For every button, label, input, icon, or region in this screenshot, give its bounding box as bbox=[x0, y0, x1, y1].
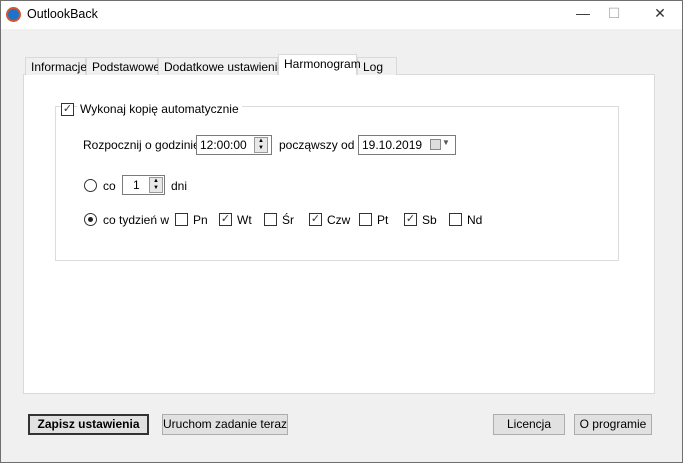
day-label: Czw bbox=[327, 213, 351, 227]
every-days-radio[interactable] bbox=[84, 179, 97, 192]
maximize-button[interactable]: ☐ bbox=[599, 5, 629, 25]
day-checkbox-czw[interactable]: ✓ bbox=[309, 213, 322, 226]
tab-harmonogram[interactable]: Harmonogram bbox=[278, 54, 361, 75]
days-label: dni bbox=[171, 179, 188, 193]
title-bar: OutlookBack — ☐ ✕ bbox=[1, 1, 682, 29]
weekly-radio[interactable] bbox=[84, 213, 97, 226]
day-checkbox-wt[interactable]: ✓ bbox=[219, 213, 232, 226]
day-label: Pt bbox=[377, 213, 389, 227]
day-label: Wt bbox=[237, 213, 252, 227]
tab-dodatkowe-ustawienia[interactable]: Dodatkowe ustawienia bbox=[158, 57, 284, 75]
auto-backup-label: Wykonaj kopię automatycznie bbox=[77, 102, 242, 116]
license-button[interactable]: Licencja bbox=[493, 414, 565, 435]
from-date-label: począwszy od bbox=[279, 138, 355, 152]
minimize-button[interactable]: — bbox=[568, 5, 598, 25]
days-spinner[interactable]: ▲ ▼ bbox=[149, 177, 163, 193]
about-button[interactable]: O programie bbox=[574, 414, 652, 435]
calendar-icon[interactable] bbox=[430, 139, 441, 150]
weekly-label: co tydzień w bbox=[103, 213, 170, 227]
app-icon bbox=[6, 7, 21, 22]
auto-backup-checkbox[interactable]: ✓ bbox=[61, 103, 74, 116]
tab-log[interactable]: Log bbox=[357, 57, 397, 75]
window-title: OutlookBack bbox=[27, 7, 98, 21]
day-checkbox-pt[interactable] bbox=[359, 213, 372, 226]
day-checkbox-śr[interactable] bbox=[264, 213, 277, 226]
time-spinner[interactable]: ▲ ▼ bbox=[254, 137, 268, 153]
start-date-value: 19.10.2019 bbox=[362, 138, 423, 152]
day-label: Śr bbox=[282, 213, 294, 227]
every-days-value: 1 bbox=[133, 178, 140, 192]
start-time-label: Rozpocznij o godzinie bbox=[83, 138, 200, 152]
tab-informacje[interactable]: Informacje bbox=[25, 57, 87, 75]
day-checkbox-sb[interactable]: ✓ bbox=[404, 213, 417, 226]
close-button[interactable]: ✕ bbox=[645, 5, 675, 25]
save-settings-button[interactable]: Zapisz ustawienia bbox=[28, 414, 149, 435]
day-checkbox-nd[interactable] bbox=[449, 213, 462, 226]
tab-podstawowe[interactable]: Podstawowe bbox=[86, 57, 160, 75]
start-time-value: 12:00:00 bbox=[200, 138, 247, 152]
day-label: Sb bbox=[422, 213, 437, 227]
run-now-button[interactable]: Uruchom zadanie teraz bbox=[162, 414, 288, 435]
every-label: co bbox=[103, 179, 116, 193]
day-label: Pn bbox=[193, 213, 208, 227]
day-label: Nd bbox=[467, 213, 483, 227]
chevron-down-icon[interactable]: ▼ bbox=[442, 138, 450, 147]
day-checkbox-pn[interactable] bbox=[175, 213, 188, 226]
